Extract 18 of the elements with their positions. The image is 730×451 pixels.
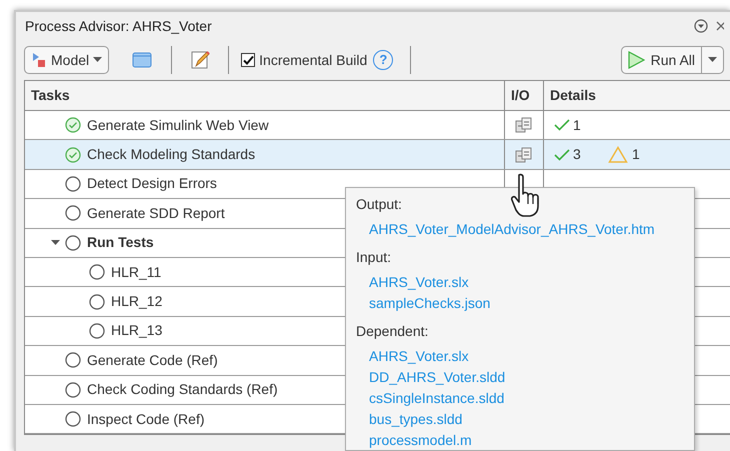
task-name: Generate SDD Report — [87, 204, 225, 223]
task-name: Generate Simulink Web View — [87, 116, 269, 135]
task-name: Generate Code (Ref) — [87, 350, 218, 370]
incremental-build-label: Incremental Build — [259, 50, 368, 70]
window-title: Process Advisor: AHRS_Voter — [25, 16, 212, 36]
section-heading: Input: — [356, 248, 392, 267]
passed-count: 3 — [573, 145, 581, 164]
warning-count: 1 — [632, 145, 640, 164]
task-name: Inspect Code (Ref) — [87, 410, 204, 429]
task-name: HLR_13 — [111, 321, 162, 340]
passed-count: 1 — [573, 116, 581, 135]
task-name: Check Coding Standards (Ref) — [87, 380, 278, 400]
task-name: HLR_11 — [111, 262, 162, 282]
task-name: HLR_12 — [111, 292, 162, 312]
task-name: Check Modeling Standards — [87, 145, 256, 164]
section-heading: Dependent: — [356, 322, 430, 341]
task-name: Detect Design Errors — [87, 174, 217, 194]
task-name: Run Tests — [87, 233, 154, 252]
